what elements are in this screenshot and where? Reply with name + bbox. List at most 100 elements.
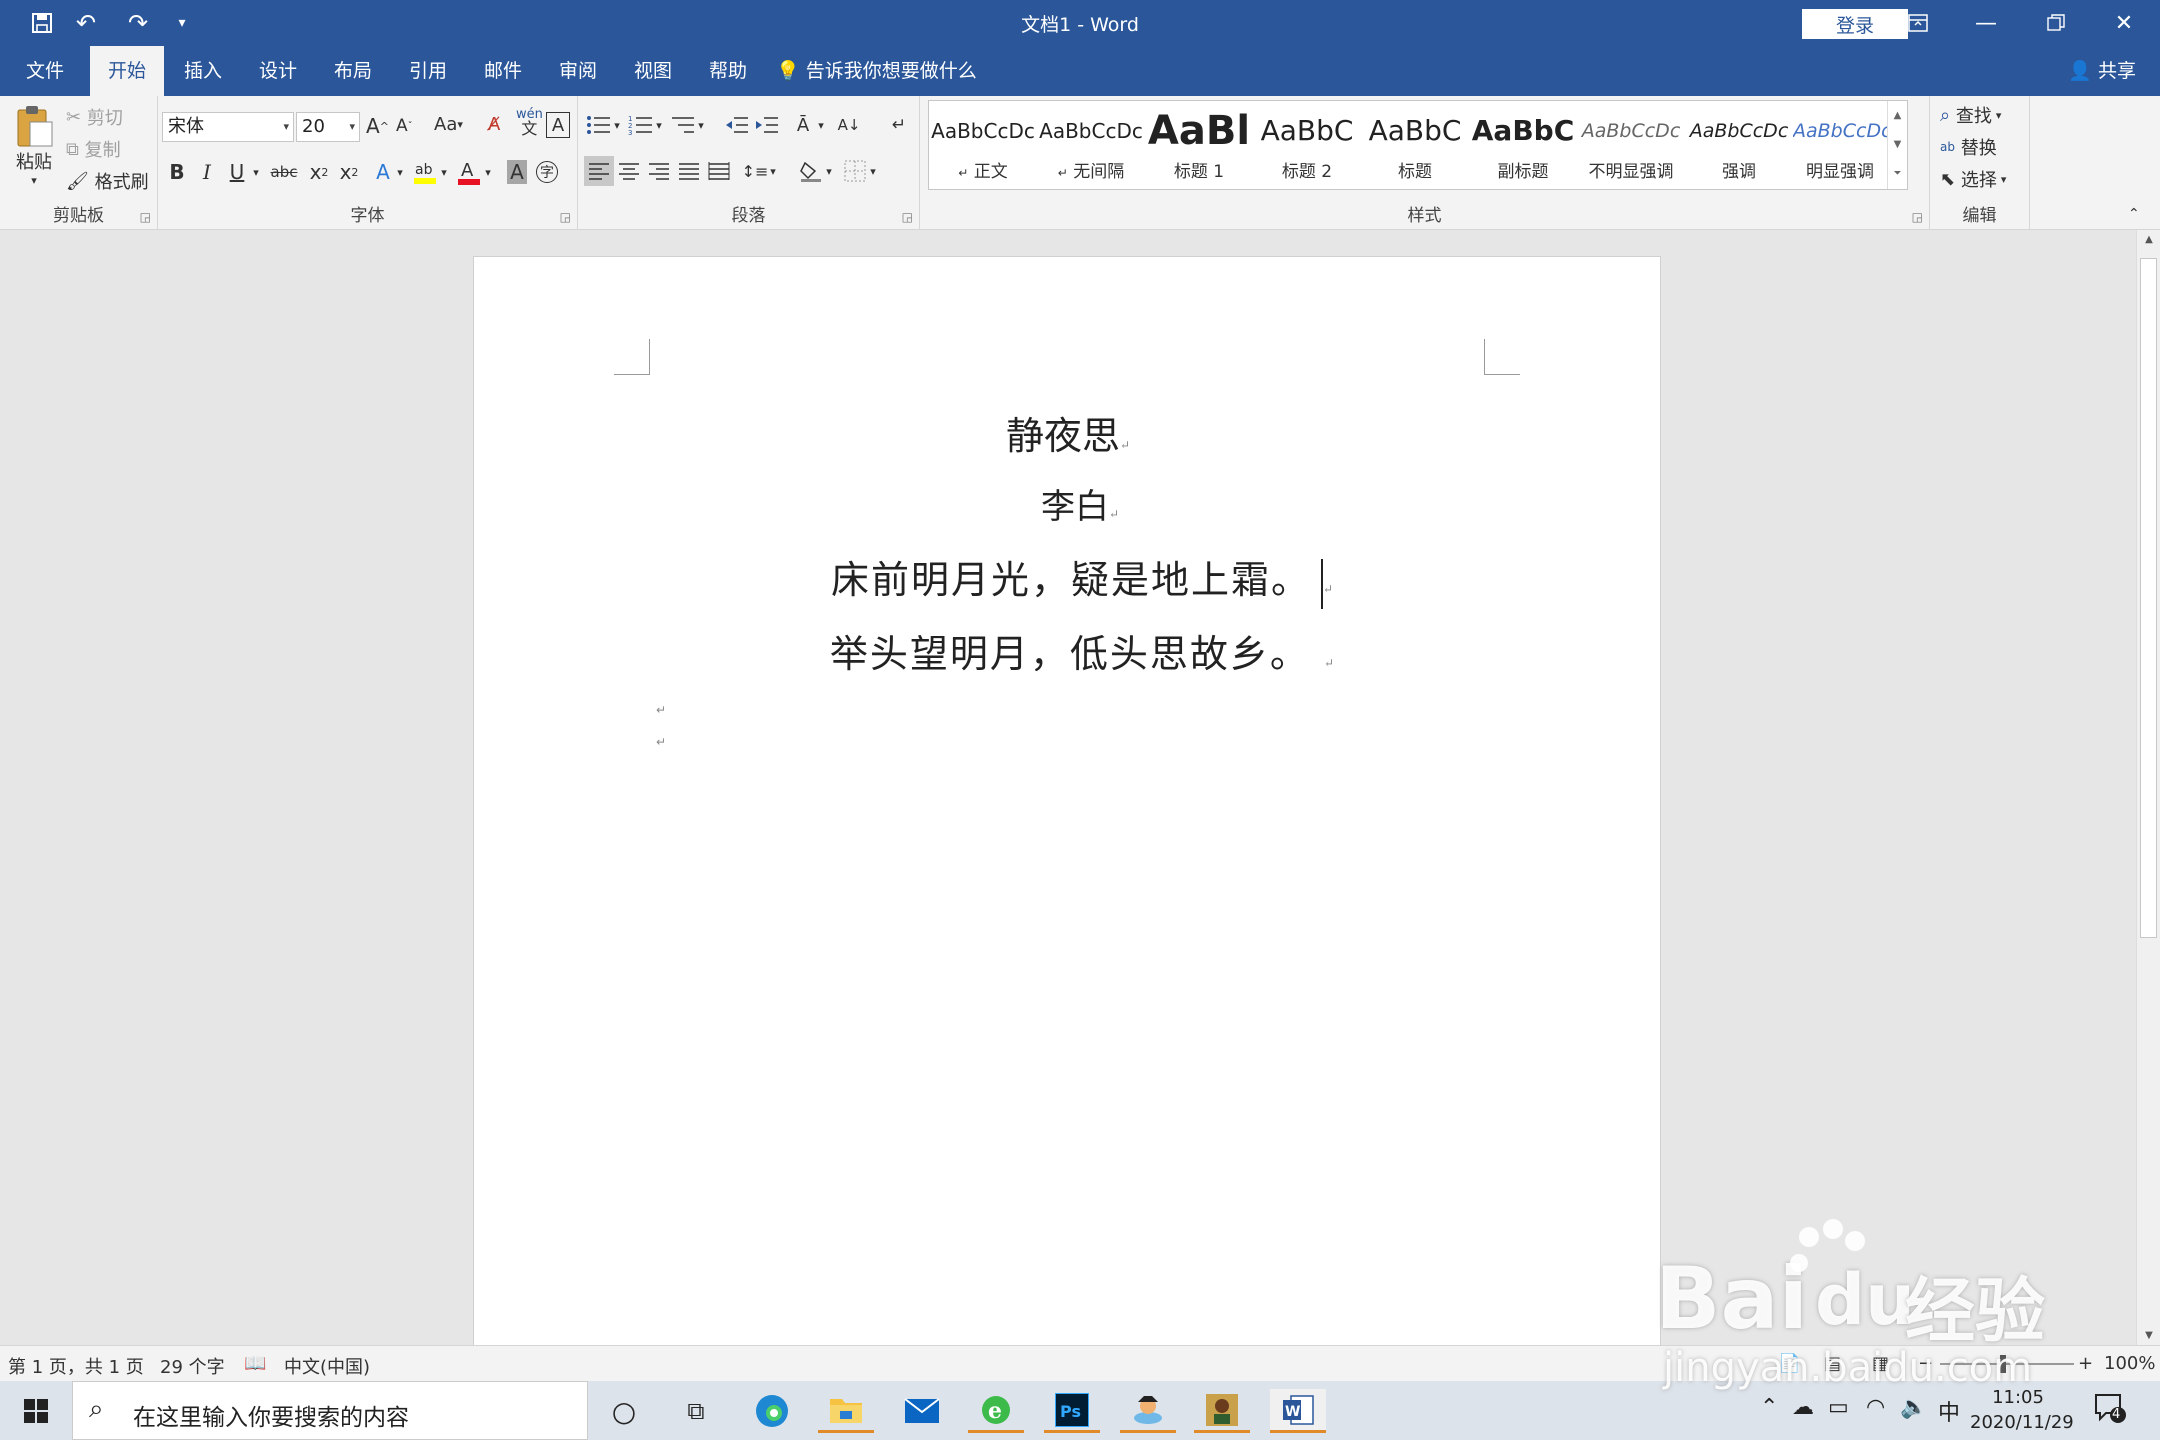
shrink-font-icon[interactable]: Aˇ: [396, 116, 413, 136]
zoom-slider[interactable]: [1940, 1355, 2074, 1373]
highlight-dropdown-icon[interactable]: ▾: [436, 156, 452, 188]
minimize-icon[interactable]: —: [1956, 6, 2016, 40]
gallery-more-icon[interactable]: ⏷: [1888, 159, 1907, 188]
styles-gallery-scroll[interactable]: ▲ ▼ ⏷: [1887, 101, 1907, 189]
word-app-icon[interactable]: W: [1270, 1389, 1326, 1433]
tell-me-search[interactable]: 💡 告诉我你想要做什么: [776, 46, 977, 96]
share-button[interactable]: 👤 共享: [2068, 46, 2136, 96]
photoshop-icon[interactable]: Ps: [1044, 1389, 1100, 1433]
tray-expand-icon[interactable]: ⌃: [1760, 1395, 1778, 1420]
paste-dropdown-icon[interactable]: ▾: [31, 174, 37, 187]
scroll-down-icon[interactable]: ▼: [2137, 1330, 2160, 1341]
tab-layout[interactable]: 布局: [316, 46, 390, 96]
font-name-combo[interactable]: 宋体 ▾: [162, 112, 294, 142]
replace-button[interactable]: ab 替换: [1940, 134, 1997, 160]
subscript-button[interactable]: x2: [304, 156, 334, 188]
align-left-icon[interactable]: [584, 156, 614, 186]
print-layout-icon[interactable]: ▤: [1824, 1353, 1841, 1374]
windows-start-icon[interactable]: [8, 1389, 64, 1433]
zoom-out-icon[interactable]: −: [1918, 1353, 1933, 1374]
taskbar-search-box[interactable]: ⌕ 在这里输入你要搜索的内容: [72, 1381, 588, 1440]
style-subtle-emphasis[interactable]: AaBbCcDc 不明显强调: [1577, 101, 1685, 189]
numbering-dropdown-icon[interactable]: ▾: [652, 110, 666, 140]
borders-dropdown-icon[interactable]: ▾: [866, 156, 880, 186]
edge-browser-icon[interactable]: [744, 1389, 800, 1433]
select-button[interactable]: ⬉ 选择 ▾: [1940, 166, 2006, 192]
word-count[interactable]: 29 个字: [160, 1353, 225, 1379]
ime-indicator[interactable]: 中: [1938, 1395, 1960, 1427]
tab-insert[interactable]: 插入: [166, 46, 240, 96]
paste-button[interactable]: 粘贴 ▾: [12, 104, 56, 187]
document-page[interactable]: 静夜思↵ 李白↵ 床前明月光，疑是地上霜。 ↵ 举头望明月，低头思故乡。 ↵ ↵ …: [473, 256, 1661, 1345]
vertical-scrollbar[interactable]: ▲ ▼: [2136, 230, 2160, 1345]
styles-dialog-launcher-icon[interactable]: ◲: [1912, 210, 1923, 224]
mail-icon[interactable]: [894, 1389, 950, 1433]
bold-button[interactable]: B: [162, 156, 192, 188]
line-spacing-dropdown-icon[interactable]: ▾: [766, 156, 780, 186]
tab-design[interactable]: 设计: [241, 46, 315, 96]
ribbon-display-options-icon[interactable]: [1888, 6, 1948, 40]
style-emphasis[interactable]: AaBbCcDc 强调: [1685, 101, 1793, 189]
character-border-icon[interactable]: A: [546, 112, 570, 138]
ie-browser-icon[interactable]: e: [968, 1389, 1024, 1433]
font-size-combo[interactable]: 20 ▾: [296, 112, 360, 142]
chevron-down-icon[interactable]: ▼: [1888, 130, 1907, 159]
poem-line-2[interactable]: 举头望明月，低头思故乡。 ↵: [474, 623, 1662, 678]
language-indicator[interactable]: 中文(中国): [284, 1353, 370, 1379]
align-right-icon[interactable]: [644, 156, 674, 186]
style-subtitle[interactable]: AaBbC 副标题: [1469, 101, 1577, 189]
italic-button[interactable]: I: [192, 156, 222, 188]
empty-paragraph-mark-icon[interactable]: ↵: [656, 703, 666, 717]
tab-home[interactable]: 开始: [90, 46, 165, 96]
task-view-icon[interactable]: ⧉: [668, 1389, 724, 1433]
page-count[interactable]: 第 1 页，共 1 页: [8, 1353, 144, 1379]
cortana-icon[interactable]: ○: [596, 1389, 652, 1433]
zoom-slider-thumb[interactable]: [2000, 1355, 2006, 1373]
onedrive-icon[interactable]: ☁: [1792, 1395, 1814, 1420]
find-button[interactable]: ⌕ 查找 ▾: [1940, 102, 2001, 128]
paragraph-dialog-launcher-icon[interactable]: ◲: [902, 210, 913, 224]
underline-dropdown-icon[interactable]: ▾: [248, 156, 264, 188]
bullets-dropdown-icon[interactable]: ▾: [610, 110, 624, 140]
zoom-in-icon[interactable]: +: [2078, 1353, 2093, 1374]
align-center-icon[interactable]: [614, 156, 644, 186]
sort-icon[interactable]: A↓: [834, 110, 864, 140]
scroll-up-icon[interactable]: ▲: [2137, 234, 2160, 245]
copy-button[interactable]: ⧉ 复制: [66, 136, 121, 162]
cut-button[interactable]: ✂ 剪切: [66, 104, 123, 130]
restore-icon[interactable]: [2026, 6, 2086, 40]
file-explorer-icon[interactable]: [818, 1389, 874, 1433]
empty-paragraph-mark-icon[interactable]: ↵: [656, 735, 666, 749]
web-layout-icon[interactable]: ▦: [1872, 1353, 1889, 1374]
distributed-icon[interactable]: [704, 156, 734, 186]
proofing-icon[interactable]: 📖: [244, 1353, 266, 1374]
tab-review[interactable]: 审阅: [541, 46, 615, 96]
style-intense-emphasis[interactable]: AaBbCcDc 明显强调: [1793, 101, 1887, 189]
style-heading-2[interactable]: AaBbC 标题 2: [1253, 101, 1361, 189]
character-shading-icon[interactable]: A: [502, 156, 532, 188]
chevron-up-icon[interactable]: ▲: [1888, 101, 1907, 130]
multilevel-dropdown-icon[interactable]: ▾: [694, 110, 708, 140]
game-app-icon-2[interactable]: [1194, 1389, 1250, 1433]
asian-layout-dropdown-icon[interactable]: ▾: [814, 110, 828, 140]
font-color-dropdown-icon[interactable]: ▾: [480, 156, 496, 188]
superscript-button[interactable]: x2: [334, 156, 364, 188]
battery-icon[interactable]: ▭: [1828, 1395, 1849, 1420]
collapse-ribbon-icon[interactable]: ⌃: [2128, 206, 2140, 222]
clipboard-dialog-launcher-icon[interactable]: ◲: [140, 210, 151, 224]
style-heading-1[interactable]: AaBl 标题 1: [1145, 101, 1253, 189]
justify-icon[interactable]: [674, 156, 704, 186]
font-dialog-launcher-icon[interactable]: ◲: [560, 210, 571, 224]
tab-mailings[interactable]: 邮件: [466, 46, 540, 96]
tab-help[interactable]: 帮助: [691, 46, 765, 96]
read-mode-icon[interactable]: 📄: [1778, 1353, 1800, 1374]
text-effects-dropdown-icon[interactable]: ▾: [392, 156, 408, 188]
volume-icon[interactable]: 🔈: [1900, 1395, 1927, 1420]
zoom-level[interactable]: 100%: [2104, 1353, 2155, 1374]
show-formatting-marks-icon[interactable]: ↵: [884, 110, 914, 140]
scroll-thumb[interactable]: [2140, 258, 2157, 938]
notification-center-icon[interactable]: 4: [2094, 1393, 2126, 1429]
strikethrough-button[interactable]: abc: [266, 156, 302, 188]
change-case-button[interactable]: Aa ▾: [434, 114, 463, 135]
tab-file[interactable]: 文件: [8, 46, 82, 96]
